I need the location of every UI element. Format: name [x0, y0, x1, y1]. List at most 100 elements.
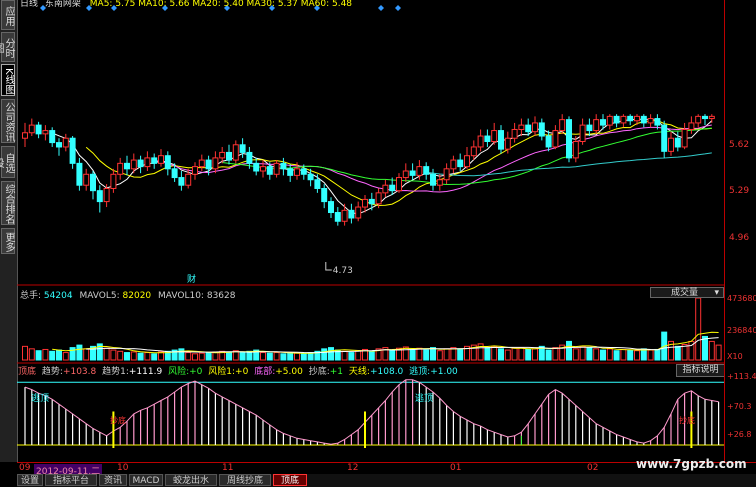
candle-body — [185, 173, 192, 186]
side-tab-kline[interactable]: K线图 — [1, 64, 15, 96]
candle-body — [110, 173, 117, 189]
side-tab-apps[interactable]: 应用 — [1, 0, 15, 30]
candle-body — [668, 137, 674, 152]
candle-body — [164, 155, 171, 170]
side-tab-more[interactable]: 更多 — [1, 228, 15, 254]
volume-bar — [110, 349, 117, 361]
mavol10-value: 83628 — [206, 291, 236, 301]
candle-body — [402, 170, 409, 179]
volume-total-label: 总手: — [20, 291, 42, 301]
candle-body — [654, 118, 661, 126]
candle-body — [375, 192, 382, 205]
trend1-label: 趋势1: — [102, 367, 129, 377]
date-tick: 09 — [19, 463, 31, 473]
candle-body — [205, 159, 212, 170]
tab-top-bottom[interactable]: 顶底 — [273, 474, 307, 486]
candle-body — [579, 124, 586, 143]
candle-body — [396, 177, 402, 192]
candle-body — [600, 119, 606, 126]
volume-tick: 473680 — [727, 294, 756, 303]
tab-indicator-platform[interactable]: 指标平台 — [45, 474, 97, 486]
tab-macd[interactable]: MACD — [129, 474, 163, 486]
candle-body — [620, 115, 627, 124]
volume-bar — [348, 352, 355, 361]
volume-bar — [300, 353, 307, 361]
volume-bar — [504, 349, 511, 361]
volume-bar — [674, 345, 681, 361]
volume-bar — [532, 348, 538, 361]
volume-bar — [103, 347, 110, 361]
candle-body — [49, 130, 56, 144]
volume-bar — [572, 348, 579, 361]
volume-bar — [56, 349, 62, 361]
candle-body — [178, 177, 185, 186]
volume-bar — [647, 349, 654, 361]
candle-body — [470, 146, 477, 157]
volume-bar — [430, 347, 436, 361]
volume-bar — [634, 350, 640, 361]
tab-settings[interactable]: 设置 — [17, 474, 43, 486]
volume-tick: X10 — [727, 352, 743, 361]
tab-news[interactable]: 资讯 — [99, 474, 127, 486]
date-tick: 11 — [222, 463, 234, 473]
candle-body — [137, 159, 144, 168]
candle-body — [56, 142, 62, 148]
candle-body — [504, 137, 511, 150]
candle-body — [273, 162, 280, 175]
candle-body — [389, 184, 396, 192]
volume-bar — [566, 340, 572, 361]
indicator-tick: +26.8 — [727, 430, 752, 439]
volume-bar — [443, 348, 450, 361]
trend-value: +103.8 — [62, 367, 97, 377]
tab-dragon[interactable]: 蛟龙出水 — [165, 474, 217, 486]
volume-bar — [273, 352, 280, 361]
price-axis: 5.62 5.29 4.96 473680 236840 X10 +113.4 … — [724, 0, 756, 462]
candle-body — [287, 168, 294, 176]
volume-bar — [389, 349, 396, 361]
low-marker-label: 4.73 — [333, 266, 353, 276]
volume-bar — [151, 353, 158, 361]
volume-bar — [76, 344, 83, 361]
volume-bar — [260, 352, 266, 361]
volume-bar — [287, 352, 294, 361]
candle-body — [416, 166, 423, 176]
indicator-help-button[interactable]: 指标说明 — [676, 364, 725, 377]
candle-body — [212, 157, 219, 170]
volume-bar — [484, 347, 491, 361]
side-tab-ranking[interactable]: 综合排名 — [1, 181, 15, 225]
escape-top-label: 逃顶 — [31, 392, 49, 404]
volume-bar — [606, 348, 613, 361]
candle-body — [532, 122, 538, 133]
candle-body — [559, 119, 566, 132]
volume-indicator-dropdown[interactable]: 成交量 ▾ — [650, 287, 724, 298]
side-tab-intraday[interactable]: 分时图 — [0, 32, 15, 62]
chevron-down-icon: ▾ — [714, 288, 719, 298]
candle-body — [593, 119, 600, 132]
volume-bar — [498, 348, 504, 361]
candle-body — [90, 173, 96, 192]
side-tab-company-news[interactable]: 公司资讯 — [1, 99, 15, 143]
buy-bottom-label: 抄底 — [679, 415, 695, 425]
volume-bar — [239, 351, 246, 361]
candle-body — [321, 187, 328, 203]
bottom-tab-bar: 设置 指标平台 资讯 MACD 蛟龙出水 周线抄底 顶底 — [17, 474, 756, 487]
volume-bar — [491, 345, 498, 361]
escape-top-label: 逃顶: — [409, 367, 431, 377]
chart-canvas[interactable]: 4.73 财逃顶 逃顶抄底 抄底 — [17, 0, 724, 462]
tab-weekly-bottom[interactable]: 周线抄底 — [219, 474, 271, 486]
candle-body — [198, 159, 205, 168]
volume-bar — [579, 345, 586, 361]
price-tick: 4.96 — [729, 233, 750, 243]
candle-body — [253, 162, 260, 172]
volume-tick: 236840 — [727, 326, 756, 335]
side-tab-watchlist[interactable]: 自选股 — [0, 146, 15, 178]
candle-body — [409, 170, 416, 176]
signal-diamond — [378, 5, 384, 11]
trend-label: 趋势: — [41, 367, 63, 377]
candle-body — [307, 173, 314, 181]
candle-body — [117, 162, 124, 175]
candle-body — [158, 155, 164, 164]
volume-bar — [511, 347, 518, 361]
candle-body — [484, 135, 491, 142]
volume-bar — [416, 347, 423, 361]
